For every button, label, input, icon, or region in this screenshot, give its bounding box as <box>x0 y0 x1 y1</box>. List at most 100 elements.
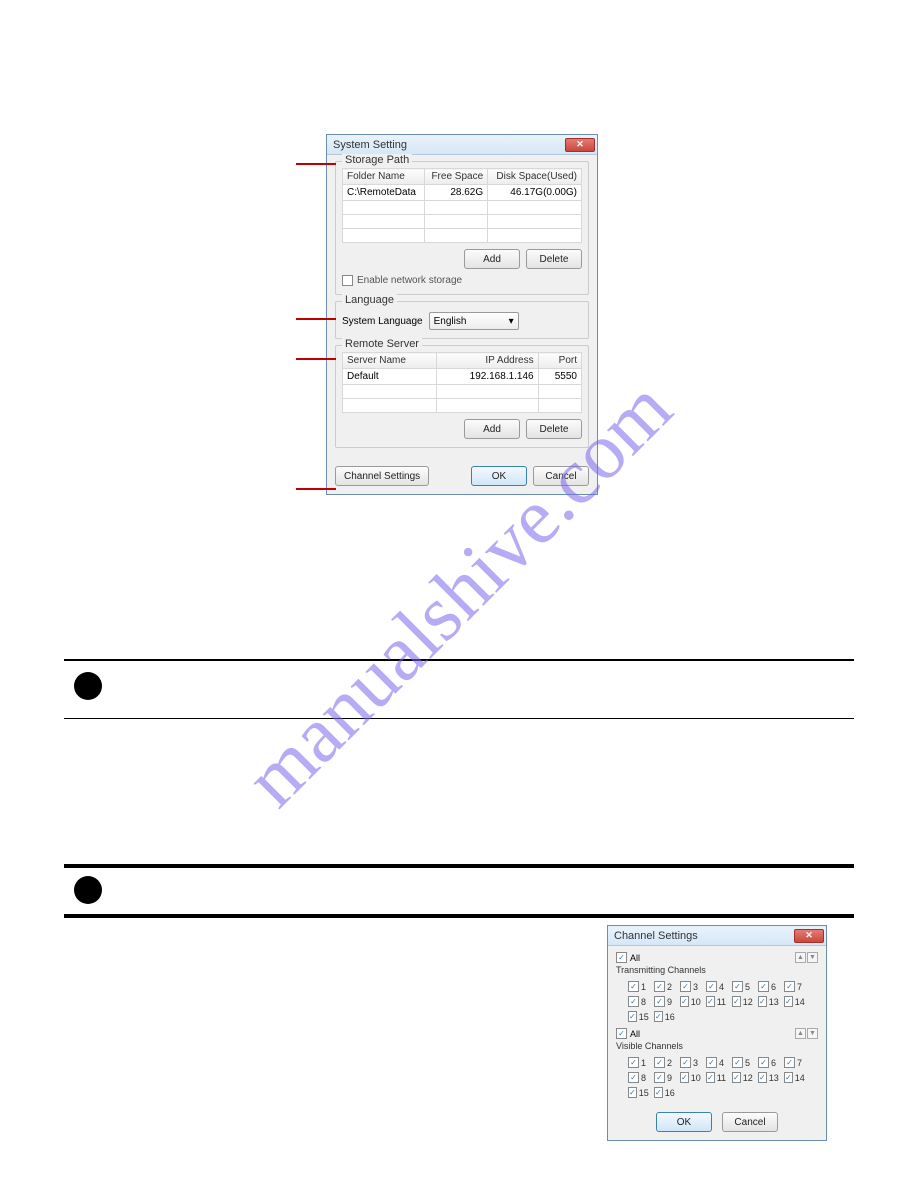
channel-item: ✓3 <box>680 1057 700 1068</box>
channel-checkbox[interactable]: ✓ <box>628 996 639 1007</box>
delete-server-button[interactable]: Delete <box>526 419 582 439</box>
channel-checkbox[interactable]: ✓ <box>628 1072 639 1083</box>
channel-number: 7 <box>797 1058 802 1068</box>
col-disk-space[interactable]: Disk Space(Used) <box>488 169 582 185</box>
language-legend: Language <box>342 294 397 306</box>
col-ip-address[interactable]: IP Address <box>437 353 538 369</box>
channel-number: 14 <box>795 997 805 1007</box>
dialog-body: Storage Path Folder Name Free Space Disk… <box>327 155 597 462</box>
channel-checkbox[interactable]: ✓ <box>706 981 717 992</box>
stepper-up-icon[interactable]: ▲ <box>795 1028 806 1039</box>
col-server-name[interactable]: Server Name <box>343 353 437 369</box>
cell-folder: C:\RemoteData <box>343 185 425 201</box>
channel-checkbox[interactable]: ✓ <box>732 1057 743 1068</box>
channel-number: 15 <box>639 1088 649 1098</box>
ok-button[interactable]: OK <box>471 466 527 486</box>
channel-number: 12 <box>743 997 753 1007</box>
channel-settings-button[interactable]: Channel Settings <box>335 466 429 486</box>
cell-disk: 46.17G(0.00G) <box>488 185 582 201</box>
channel-number: 4 <box>719 1058 724 1068</box>
close-icon[interactable]: ✕ <box>565 138 595 152</box>
channel-checkbox[interactable]: ✓ <box>628 1087 637 1098</box>
ok-button[interactable]: OK <box>656 1112 712 1132</box>
channel-checkbox[interactable]: ✓ <box>680 1057 691 1068</box>
channel-checkbox[interactable]: ✓ <box>732 981 743 992</box>
channel-checkbox[interactable]: ✓ <box>654 1087 663 1098</box>
channel-number: 10 <box>691 997 701 1007</box>
channel-item: ✓3 <box>680 981 700 992</box>
close-icon[interactable]: ✕ <box>794 929 824 943</box>
channel-checkbox[interactable]: ✓ <box>654 1011 663 1022</box>
channel-checkbox[interactable]: ✓ <box>784 1057 795 1068</box>
channel-checkbox[interactable]: ✓ <box>758 1072 767 1083</box>
all-transmitting-checkbox[interactable]: ✓ <box>616 952 627 963</box>
channel-checkbox[interactable]: ✓ <box>654 996 665 1007</box>
all-visible-checkbox[interactable]: ✓ <box>616 1028 627 1039</box>
remote-server-fieldset: Remote Server Server Name IP Address Por… <box>335 345 589 448</box>
col-port[interactable]: Port <box>538 353 581 369</box>
table-row <box>343 215 582 229</box>
table-row <box>343 385 582 399</box>
channel-checkbox[interactable]: ✓ <box>758 981 769 992</box>
channel-item: ✓7 <box>784 1057 804 1068</box>
channel-item: ✓13 <box>758 996 778 1007</box>
channel-item: ✓2 <box>654 981 674 992</box>
channel-checkbox[interactable]: ✓ <box>654 1057 665 1068</box>
channel-checkbox[interactable]: ✓ <box>784 996 793 1007</box>
channel-item: ✓1 <box>628 1057 648 1068</box>
delete-storage-button[interactable]: Delete <box>526 249 582 269</box>
channel-checkbox[interactable]: ✓ <box>654 1072 665 1083</box>
dialog-titlebar[interactable]: Channel Settings ✕ <box>608 926 826 946</box>
channel-checkbox[interactable]: ✓ <box>654 981 665 992</box>
cancel-button[interactable]: Cancel <box>722 1112 778 1132</box>
storage-path-legend: Storage Path <box>342 154 412 166</box>
channel-checkbox[interactable]: ✓ <box>628 1057 639 1068</box>
cancel-button[interactable]: Cancel <box>533 466 589 486</box>
language-dropdown[interactable]: English ▾ <box>429 312 519 330</box>
channel-checkbox[interactable]: ✓ <box>732 1072 741 1083</box>
channel-item: ✓7 <box>784 981 804 992</box>
divider-bottom-1 <box>64 718 854 719</box>
transmitting-all-row: ✓ All ▲ ▼ <box>616 952 818 963</box>
channel-checkbox[interactable]: ✓ <box>758 996 767 1007</box>
channel-checkbox[interactable]: ✓ <box>784 981 795 992</box>
channel-checkbox[interactable]: ✓ <box>680 996 689 1007</box>
channel-checkbox[interactable]: ✓ <box>680 1072 689 1083</box>
stepper-up-icon[interactable]: ▲ <box>795 952 806 963</box>
channel-item: ✓15 <box>628 1087 648 1098</box>
table-row[interactable]: C:\RemoteData 28.62G 46.17G(0.00G) <box>343 185 582 201</box>
channel-item: ✓5 <box>732 981 752 992</box>
channel-checkbox[interactable]: ✓ <box>784 1072 793 1083</box>
channel-checkbox[interactable]: ✓ <box>732 996 741 1007</box>
divider-bottom-2 <box>64 914 854 918</box>
channel-number: 10 <box>691 1073 701 1083</box>
channel-item: ✓4 <box>706 1057 726 1068</box>
channel-checkbox[interactable]: ✓ <box>628 981 639 992</box>
channel-checkbox[interactable]: ✓ <box>758 1057 769 1068</box>
channel-checkbox[interactable]: ✓ <box>706 1057 717 1068</box>
channel-checkbox[interactable]: ✓ <box>628 1011 637 1022</box>
enable-network-checkbox[interactable] <box>342 275 353 286</box>
remote-server-legend: Remote Server <box>342 338 422 350</box>
channel-number: 14 <box>795 1073 805 1083</box>
stepper-down-icon[interactable]: ▼ <box>807 1028 818 1039</box>
chevron-down-icon: ▾ <box>509 316 514 327</box>
channel-checkbox[interactable]: ✓ <box>706 996 715 1007</box>
channel-number: 1 <box>641 1058 646 1068</box>
cell-port: 5550 <box>538 369 581 385</box>
bullet-marker-2 <box>74 876 102 904</box>
channel-number: 9 <box>667 997 672 1007</box>
col-free-space[interactable]: Free Space <box>424 169 488 185</box>
dialog-titlebar[interactable]: System Setting ✕ <box>327 135 597 155</box>
all-label: All <box>630 953 640 963</box>
channel-item: ✓10 <box>680 1072 700 1083</box>
channel-item: ✓15 <box>628 1011 648 1022</box>
channel-checkbox[interactable]: ✓ <box>680 981 691 992</box>
storage-path-fieldset: Storage Path Folder Name Free Space Disk… <box>335 161 589 295</box>
col-folder-name[interactable]: Folder Name <box>343 169 425 185</box>
add-storage-button[interactable]: Add <box>464 249 520 269</box>
add-server-button[interactable]: Add <box>464 419 520 439</box>
channel-checkbox[interactable]: ✓ <box>706 1072 715 1083</box>
stepper-down-icon[interactable]: ▼ <box>807 952 818 963</box>
table-row[interactable]: Default 192.168.1.146 5550 <box>343 369 582 385</box>
